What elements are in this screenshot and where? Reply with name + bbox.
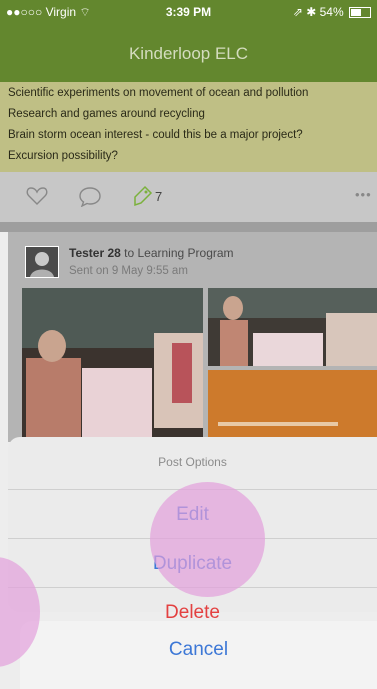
status-bar: ●●○○○ Virgin ⌔ 3:39 PM ⇗ ✱ 54% (0, 0, 377, 24)
post-photo[interactable] (22, 288, 203, 448)
avatar-image (26, 247, 58, 277)
app-screen: ●●○○○ Virgin ⌔ 3:39 PM ⇗ ✱ 54% Kinderloo… (0, 0, 377, 689)
post-photo[interactable] (208, 288, 377, 366)
author-destination: to Learning Program (120, 246, 234, 260)
post-author: Tester 28 to Learning Program (69, 246, 234, 260)
nav-bar: Kinderloop ELC (0, 24, 377, 82)
cancel-button[interactable]: Cancel (20, 639, 377, 661)
avatar[interactable] (25, 246, 59, 278)
note-line: Scientific experiments on movement of oc… (8, 87, 309, 99)
tap-highlight (150, 482, 265, 597)
status-right: ⇗ ✱ 54% (293, 5, 371, 19)
note-line: Research and games around recycling (8, 108, 205, 120)
tag-count: 7 (155, 189, 163, 204)
battery-text: ⇗ ✱ 54% (292, 5, 344, 19)
page-title: Kinderloop ELC (128, 44, 249, 63)
post-photo[interactable] (208, 370, 377, 440)
post-actions: 7 ••• (0, 172, 377, 222)
photo-image (22, 288, 203, 448)
cancel-sheet: Cancel (20, 621, 377, 689)
divider (0, 222, 377, 232)
sheet-title: Post Options (158, 455, 227, 469)
note-line: Brain storm ocean interest - could this … (8, 129, 303, 141)
battery-icon (349, 7, 371, 19)
post-card: Tester 28 to Learning Program Sent on 9 … (8, 232, 377, 448)
comment-icon[interactable] (78, 185, 102, 207)
photo-image (208, 370, 377, 440)
more-options-icon[interactable]: ••• (355, 187, 372, 202)
photo-image (208, 288, 377, 366)
author-name[interactable]: Tester 28 (69, 246, 121, 260)
tag-icon[interactable] (133, 185, 153, 207)
post-timestamp: Sent on 9 May 9:55 am (69, 265, 188, 277)
heart-icon[interactable] (26, 186, 48, 206)
note-line: Excursion possibility? (8, 150, 118, 162)
post-note: Scientific experiments on movement of oc… (0, 82, 377, 172)
